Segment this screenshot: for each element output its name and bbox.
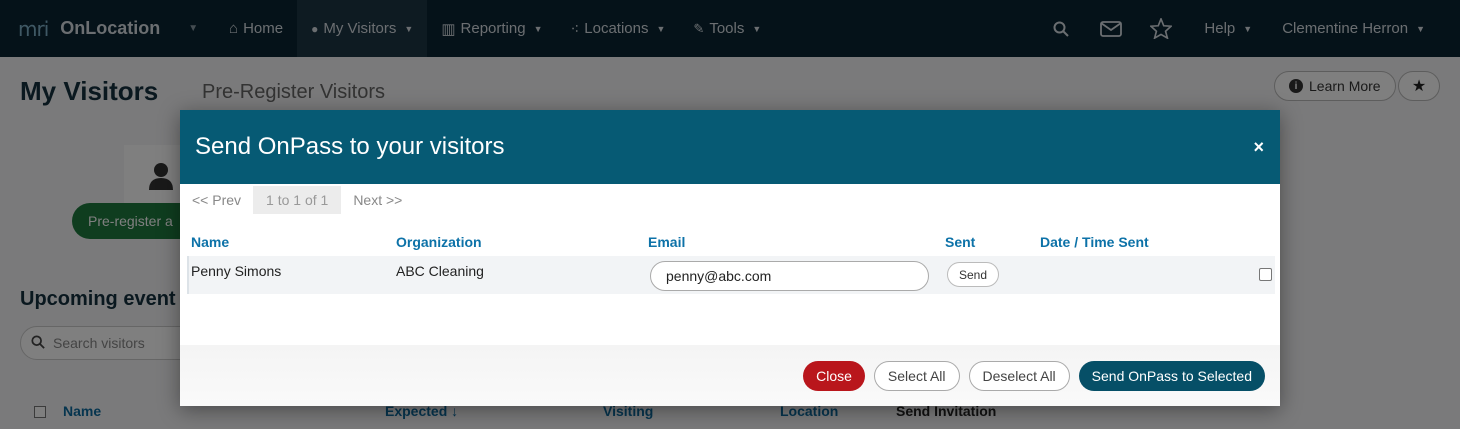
header-email: Email — [648, 234, 686, 250]
modal-header: Send OnPass to your visitors × — [180, 110, 1280, 184]
visitor-name: Penny Simons — [191, 263, 282, 279]
deselect-all-button[interactable]: Deselect All — [968, 360, 1070, 391]
header-date-time-sent: Date / Time Sent — [1040, 234, 1149, 250]
modal-title: Send OnPass to your visitors — [195, 133, 505, 160]
pagination: << Prev 1 to 1 of 1 Next >> — [180, 186, 1280, 214]
close-button[interactable]: Close — [803, 360, 865, 391]
header-organization: Organization — [396, 234, 482, 250]
table-row: Penny Simons ABC Cleaning Send — [187, 256, 1275, 294]
header-sent: Sent — [945, 234, 976, 250]
close-icon[interactable]: × — [1253, 137, 1264, 158]
visitor-organization: ABC Cleaning — [396, 263, 484, 279]
next-page-link[interactable]: Next >> — [341, 192, 414, 208]
modal-footer: Close Select All Deselect All Send OnPas… — [180, 345, 1280, 406]
select-all-button[interactable]: Select All — [873, 360, 960, 391]
row-checkbox[interactable] — [1259, 268, 1272, 281]
visitors-table: Name Organization Email Sent Date / Time… — [187, 234, 1275, 294]
page-range: 1 to 1 of 1 — [253, 186, 342, 214]
prev-page-link[interactable]: << Prev — [180, 192, 253, 208]
send-button[interactable]: Send — [947, 262, 999, 287]
send-onpass-modal: Send OnPass to your visitors × << Prev 1… — [180, 110, 1280, 406]
email-field[interactable] — [650, 261, 929, 291]
send-onpass-selected-button[interactable]: Send OnPass to Selected — [1078, 360, 1265, 391]
header-name: Name — [191, 234, 230, 250]
table-header: Name Organization Email Sent Date / Time… — [187, 234, 1275, 256]
